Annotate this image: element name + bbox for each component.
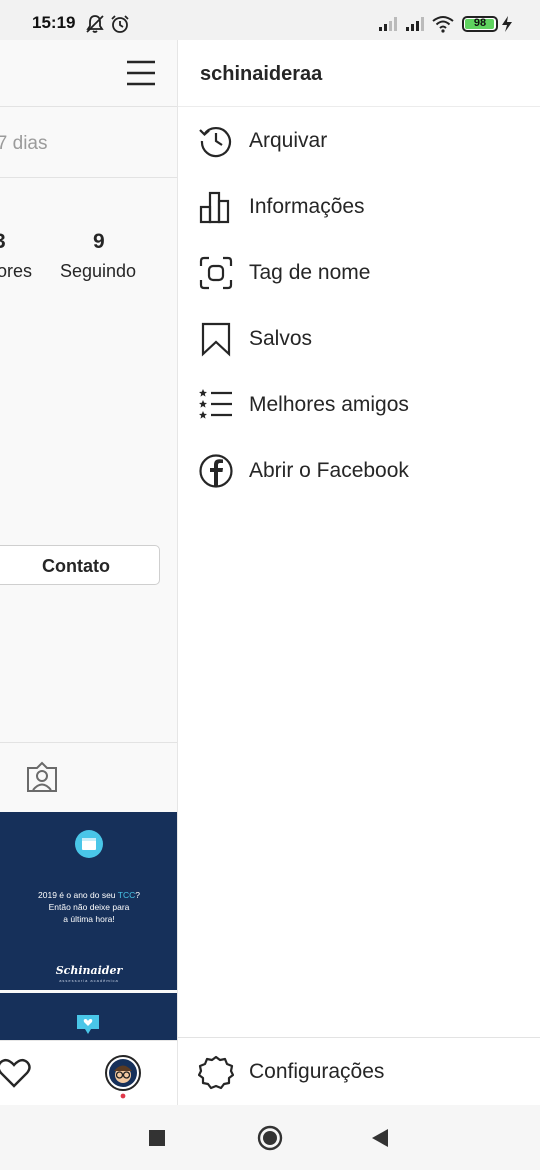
calendar-icon (75, 830, 103, 858)
menu-item-label: Tag de nome (249, 261, 371, 284)
settings-row[interactable]: Configurações (178, 1037, 540, 1105)
post-line1-post: ? (135, 890, 140, 900)
hamburger-menu-icon[interactable] (126, 60, 156, 86)
back-triangle-icon[interactable] (370, 1128, 390, 1148)
menu-item-abrir-facebook[interactable]: Abrir o Facebook (178, 438, 540, 504)
drawer-username: schinaideraa (200, 63, 323, 85)
bookmark-icon (201, 322, 231, 357)
menu-item-label: Salvos (249, 327, 313, 350)
chat-bubble-icon (77, 1015, 99, 1034)
insights-bar-chart-icon (199, 191, 230, 224)
grid-post[interactable] (0, 993, 177, 1043)
post-caption: 2019 é o ano do seu TCC? Então não deixe… (0, 889, 177, 925)
signal-icon (406, 17, 424, 31)
post-brand-sub: assessoria acadêmica (59, 978, 119, 983)
status-time: 15:19 (32, 13, 76, 32)
bell-muted-icon (86, 15, 104, 33)
profile-background: s 7 dias 3 ores 9 Seguindo Contato 2019 … (0, 40, 178, 1105)
menu-item-label: Abrir o Facebook (249, 459, 409, 482)
divider (0, 177, 177, 178)
settings-label: Configurações (249, 1060, 385, 1083)
wifi-icon (432, 16, 454, 33)
nametag-icon (199, 256, 233, 290)
profile-subtitle: s 7 dias (0, 133, 48, 154)
recents-square-icon[interactable] (148, 1129, 166, 1147)
menu-item-label: Arquivar (249, 129, 328, 152)
menu-item-arquivar[interactable]: Arquivar (178, 108, 540, 174)
menu-item-tag-de-nome[interactable]: Tag de nome (178, 240, 540, 306)
battery-icon: 98 (462, 16, 498, 32)
grid-post[interactable]: 2019 é o ano do seu TCC? Então não deixe… (0, 812, 177, 990)
followers-count[interactable]: 3 (0, 230, 6, 254)
menu-item-salvos[interactable]: Salvos (178, 306, 540, 372)
followers-label[interactable]: ores (0, 261, 32, 282)
following-label[interactable]: Seguindo (60, 261, 136, 282)
post-line3: a última hora! (63, 914, 115, 924)
menu-item-informacoes[interactable]: Informações (178, 174, 540, 240)
home-circle-icon[interactable] (257, 1125, 283, 1151)
drawer-header: schinaideraa (178, 40, 540, 107)
charging-icon (502, 16, 512, 32)
tagged-photos-icon[interactable] (25, 760, 59, 794)
post-brand-logo: Schinaider (55, 964, 123, 977)
facebook-icon (199, 454, 233, 488)
menu-item-melhores-amigos[interactable]: Melhores amigos (178, 372, 540, 438)
heart-icon[interactable] (0, 1057, 31, 1089)
following-count[interactable]: 9 (93, 230, 105, 254)
post-line2: Então não deixe para (48, 902, 130, 912)
battery-level: 98 (473, 17, 487, 29)
menu-item-label: Informações (249, 195, 365, 218)
archive-history-icon (199, 126, 231, 158)
menu-item-label: Melhores amigos (249, 393, 409, 416)
close-friends-list-icon (199, 389, 232, 419)
divider (0, 742, 177, 743)
contact-button[interactable]: Contato (0, 545, 160, 585)
divider (0, 106, 177, 107)
bottom-navigation (0, 1040, 177, 1105)
system-navigation-bar (0, 1105, 540, 1170)
post-line1-highlight: TCC (117, 890, 136, 900)
signal-icon (379, 17, 397, 31)
side-drawer: schinaideraa Arquivar Informações Tag de… (178, 40, 540, 1105)
post-line1-pre: 2019 é o ano do seu (38, 890, 118, 900)
alarm-icon (111, 15, 129, 33)
settings-gear-icon (198, 1055, 234, 1090)
profile-avatar[interactable] (104, 1054, 144, 1100)
